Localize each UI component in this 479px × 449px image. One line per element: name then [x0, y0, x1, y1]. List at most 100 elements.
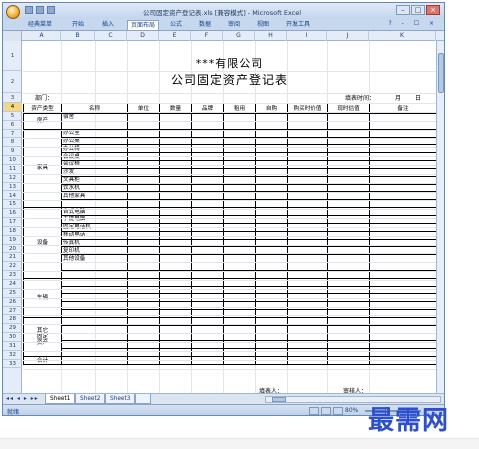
table-cell[interactable] [159, 144, 193, 154]
row-header[interactable]: 16 [3, 209, 22, 219]
table-cell[interactable] [191, 262, 225, 271]
table-cell[interactable] [127, 144, 161, 154]
row-header[interactable]: 2 [3, 71, 22, 93]
table-cell[interactable] [223, 214, 257, 224]
row-header[interactable]: 26 [3, 298, 22, 307]
table-cell[interactable] [127, 324, 161, 334]
vertical-scroll-thumb[interactable] [438, 53, 444, 93]
redo-icon[interactable] [47, 6, 55, 14]
table-cell[interactable] [127, 262, 161, 271]
tab-review[interactable]: 审阅 [225, 20, 243, 30]
asset-name-cell[interactable] [60, 120, 129, 130]
asset-name-cell[interactable]: 其他家具 [60, 191, 129, 201]
column-header[interactable]: K [369, 31, 436, 41]
row-header[interactable]: 9 [3, 147, 22, 157]
asset-table[interactable]: 资产类型 名称 单位 数量 品牌 租用 自购 购买时价值 现时估值 备注 房产宿… [23, 103, 438, 365]
table-cell[interactable] [255, 332, 289, 342]
table-cell[interactable] [127, 214, 161, 224]
table-cell[interactable] [369, 167, 438, 177]
row-header[interactable]: 13 [3, 183, 22, 192]
table-cell[interactable] [127, 191, 161, 201]
horizontal-scroll-thumb[interactable] [272, 397, 286, 402]
table-cell[interactable] [369, 144, 438, 154]
table-cell[interactable] [327, 238, 371, 248]
undo-icon[interactable] [36, 6, 44, 14]
tab-home[interactable]: 开始 [69, 20, 87, 30]
table-cell[interactable] [191, 191, 225, 201]
row-header[interactable]: 24 [3, 280, 22, 289]
table-cell[interactable] [223, 285, 257, 295]
table-cell[interactable] [127, 238, 161, 248]
asset-name-cell[interactable]: 手提电脑 [60, 214, 129, 224]
row-header[interactable]: 8 [3, 138, 22, 148]
table-cell[interactable] [159, 238, 193, 248]
table-cell[interactable] [191, 238, 225, 248]
row-header[interactable]: 6 [3, 121, 22, 130]
column-header[interactable]: I [287, 31, 327, 41]
table-cell[interactable] [327, 324, 371, 334]
row-header[interactable]: 5 [3, 112, 22, 121]
table-cell[interactable] [287, 262, 329, 271]
office-button[interactable] [6, 5, 20, 19]
table-cell[interactable] [287, 120, 329, 130]
table-cell[interactable] [369, 238, 438, 248]
row-header[interactable]: 14 [3, 192, 22, 201]
row-header[interactable]: 1 [3, 41, 22, 71]
table-cell[interactable] [127, 167, 161, 177]
row-header[interactable]: 10 [3, 156, 22, 165]
table-cell[interactable] [287, 167, 329, 177]
asset-name-cell[interactable] [60, 285, 129, 295]
sheet-tab-2[interactable]: Sheet2 [75, 394, 106, 404]
table-cell[interactable] [223, 238, 257, 248]
table-cell[interactable] [159, 214, 193, 224]
asset-name-cell[interactable]: 沙发 [60, 167, 129, 177]
table-cell[interactable] [255, 238, 289, 248]
row-header[interactable]: 12 [3, 174, 22, 183]
table-cell[interactable] [223, 324, 257, 334]
column-header[interactable]: J [327, 31, 369, 41]
table-cell[interactable] [191, 324, 225, 334]
maximize-button[interactable]: □ [411, 5, 425, 15]
table-cell[interactable] [327, 120, 371, 130]
table-cell[interactable] [369, 120, 438, 130]
asset-name-cell[interactable] [60, 332, 129, 342]
tab-page-layout[interactable]: 页面布局 [127, 20, 160, 30]
sheet-tab-3[interactable]: Sheet3 [105, 394, 136, 404]
row-header[interactable]: 7 [3, 130, 22, 139]
asset-type-cell[interactable]: 家具 [23, 128, 62, 209]
row-header[interactable]: 15 [3, 200, 22, 210]
table-cell[interactable] [223, 262, 257, 271]
row-header[interactable]: 33 [3, 360, 22, 369]
column-header[interactable]: G [223, 31, 255, 41]
column-header[interactable]: B [61, 31, 95, 41]
help-icon[interactable]: ? - ☐ × [389, 20, 438, 27]
row-header[interactable]: 28 [3, 315, 22, 325]
table-cell[interactable] [223, 120, 257, 130]
close-button[interactable]: × [426, 5, 440, 15]
page-layout-view-icon[interactable] [321, 407, 331, 415]
table-cell[interactable] [159, 191, 193, 201]
row-header[interactable]: 20 [3, 245, 22, 254]
save-icon[interactable] [25, 6, 33, 14]
column-header[interactable]: H [255, 31, 287, 41]
asset-name-cell[interactable]: 办公椅 [60, 144, 129, 154]
table-cell[interactable] [327, 332, 371, 342]
select-all-corner[interactable] [3, 31, 22, 41]
table-cell[interactable] [327, 262, 371, 271]
table-cell[interactable] [191, 120, 225, 130]
table-cell[interactable] [327, 191, 371, 201]
table-cell[interactable] [287, 285, 329, 295]
tab-data[interactable]: 数据 [196, 20, 214, 30]
row-header[interactable]: 22 [3, 262, 22, 272]
table-cell[interactable] [287, 324, 329, 334]
table-cell[interactable] [223, 191, 257, 201]
table-cell[interactable] [255, 324, 289, 334]
table-cell[interactable] [287, 332, 329, 342]
table-cell[interactable] [127, 332, 161, 342]
table-cell[interactable] [255, 262, 289, 271]
table-cell[interactable] [369, 262, 438, 271]
row-header[interactable]: 23 [3, 271, 22, 280]
table-cell[interactable] [369, 191, 438, 201]
table-cell[interactable] [159, 285, 193, 295]
tab-insert[interactable]: 插入 [99, 20, 117, 30]
